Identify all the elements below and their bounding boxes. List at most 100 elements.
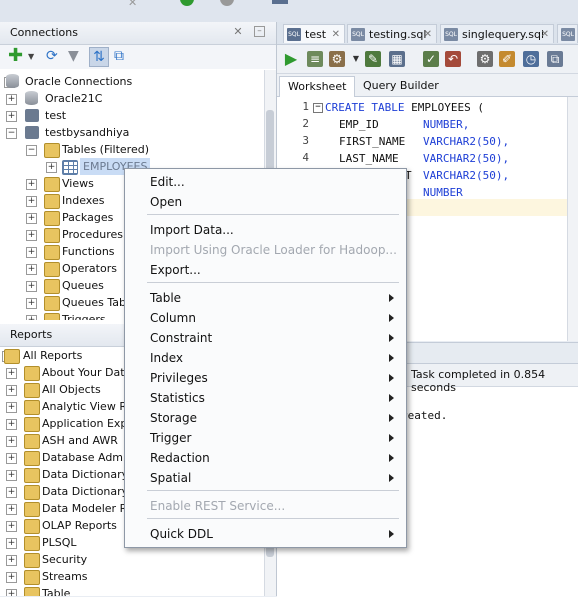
sql-file-icon: SQL	[561, 28, 575, 41]
expand-icon[interactable]: +	[6, 111, 17, 122]
menu-item-redaction[interactable]: Redaction	[125, 448, 406, 468]
chevron-down-icon[interactable]: ▼	[28, 48, 34, 66]
filter-icon[interactable]: ▼	[68, 47, 79, 65]
menu-item-edit[interactable]: Edit...	[125, 172, 406, 192]
expand-icon[interactable]: +	[6, 402, 17, 413]
expand-icon[interactable]: +	[6, 453, 17, 464]
menu-label: Enable REST Service...	[150, 499, 286, 513]
tab-query-builder[interactable]: Query Builder	[355, 76, 447, 96]
tree-label: All Reports	[23, 349, 83, 362]
submenu-arrow-icon	[389, 334, 394, 342]
expand-icon[interactable]: +	[6, 385, 17, 396]
expand-icon[interactable]: +	[26, 264, 37, 275]
tab-test[interactable]: SQL test ✕	[283, 24, 345, 43]
expand-icon[interactable]: +	[26, 213, 37, 224]
schema-browser-icon[interactable]: ⇅	[89, 47, 109, 67]
expand-icon[interactable]: +	[6, 94, 17, 105]
tree-label: Triggers	[62, 313, 106, 320]
fold-icon[interactable]: −	[313, 103, 323, 113]
explain-plan-icon[interactable]: ✎	[365, 51, 381, 67]
toolbar-icon[interactable]: ✕	[128, 0, 146, 8]
expand-icon[interactable]: +	[6, 487, 17, 498]
expand-icon[interactable]: +	[26, 298, 37, 309]
close-icon[interactable]: ✕	[541, 25, 549, 44]
history-icon[interactable]: ◷	[523, 51, 539, 67]
minimize-icon[interactable]: –	[254, 26, 265, 37]
expand-icon[interactable]: +	[6, 368, 17, 379]
menu-item-enable-rest: Enable REST Service...	[125, 496, 406, 516]
expand-icon[interactable]: +	[26, 179, 37, 190]
expand-icon[interactable]: +	[6, 470, 17, 481]
collapse-icon[interactable]: −	[26, 145, 37, 156]
menu-item-column[interactable]: Column	[125, 308, 406, 328]
expand-icon[interactable]: +	[6, 555, 17, 566]
sql-tuning-icon[interactable]: ▦	[389, 51, 405, 67]
unshared-sql-icon[interactable]: ⚙	[477, 51, 493, 67]
submenu-arrow-icon	[389, 394, 394, 402]
manage-connections-icon[interactable]: ⧉	[114, 47, 124, 65]
format-icon[interactable]: ⧉	[547, 51, 563, 67]
sql-file-icon: SQL	[287, 28, 301, 41]
menu-item-privileges[interactable]: Privileges	[125, 368, 406, 388]
run-icon[interactable]	[180, 0, 194, 6]
menu-item-export[interactable]: Export...	[125, 260, 406, 280]
expand-icon[interactable]: +	[26, 247, 37, 258]
tab-singlequery-sql[interactable]: SQL singlequery.sql ✕	[440, 24, 554, 43]
menu-item-index[interactable]: Index	[125, 348, 406, 368]
menu-item-constraint[interactable]: Constraint	[125, 328, 406, 348]
menu-item-statistics[interactable]: Statistics	[125, 388, 406, 408]
code-text: EMPLOYEES (	[404, 101, 484, 114]
menu-label: Trigger	[150, 431, 192, 445]
refresh-icon[interactable]: ⟳	[46, 47, 58, 65]
menu-label: Storage	[150, 411, 197, 425]
run-statement-icon[interactable]: ▶	[283, 51, 299, 67]
close-icon[interactable]: ✕	[232, 26, 244, 38]
menu-item-import-data[interactable]: Import Data...	[125, 220, 406, 240]
menu-separator	[147, 518, 399, 519]
run-script-icon[interactable]: ≡	[307, 51, 323, 67]
expand-icon[interactable]: +	[6, 504, 17, 515]
rollback-icon[interactable]: ↶	[445, 51, 461, 67]
menu-label: Constraint	[150, 331, 213, 345]
column-name: EMP_ID	[339, 118, 379, 131]
stop-icon[interactable]	[220, 0, 234, 6]
collapse-icon[interactable]: −	[6, 128, 17, 139]
folder-icon	[24, 468, 40, 483]
database-icon	[6, 74, 19, 88]
close-icon[interactable]: ✕	[332, 25, 340, 44]
menu-item-storage[interactable]: Storage	[125, 408, 406, 428]
expand-icon[interactable]: +	[26, 196, 37, 207]
tab-worksheet[interactable]: Worksheet	[279, 76, 356, 97]
expand-icon[interactable]: +	[6, 572, 17, 583]
expand-icon[interactable]: +	[26, 230, 37, 241]
expand-icon[interactable]: +	[6, 419, 17, 430]
expand-icon[interactable]: +	[26, 281, 37, 292]
clear-icon[interactable]: ✐	[499, 51, 515, 67]
menu-item-trigger[interactable]: Trigger	[125, 428, 406, 448]
menu-item-open[interactable]: Open	[125, 192, 406, 212]
menu-item-spatial[interactable]: Spatial	[125, 468, 406, 488]
expand-icon[interactable]: +	[6, 521, 17, 532]
tree-label: About Your Data	[42, 366, 132, 379]
menu-item-table[interactable]: Table	[125, 288, 406, 308]
expand-icon[interactable]: +	[6, 538, 17, 549]
autotrace-icon[interactable]: ⚙	[329, 51, 345, 67]
expand-icon[interactable]: +	[46, 162, 57, 173]
tab-testing-sql[interactable]: SQL testing.sql ✕	[347, 24, 437, 43]
sql-icon[interactable]	[272, 0, 288, 4]
column-type: VARCHAR2(50),	[423, 135, 510, 148]
close-icon[interactable]: ✕	[424, 25, 432, 44]
menu-item-quick-ddl[interactable]: Quick DDL	[125, 524, 406, 544]
tab-more[interactable]: SQL	[557, 24, 578, 43]
menu-label: Edit...	[150, 175, 185, 189]
chevron-down-icon[interactable]: ▼	[348, 51, 364, 67]
expand-icon[interactable]: +	[26, 315, 37, 320]
tree-label: Data Modeler Re	[42, 502, 134, 515]
expand-icon[interactable]: +	[6, 436, 17, 447]
tree-label: Functions	[62, 245, 115, 258]
editor-scrollbar[interactable]	[567, 97, 578, 341]
expand-icon[interactable]: +	[6, 589, 17, 596]
add-connection-icon[interactable]: ✚	[8, 47, 23, 65]
folder-icon	[44, 228, 60, 243]
commit-icon[interactable]: ✓	[423, 51, 439, 67]
